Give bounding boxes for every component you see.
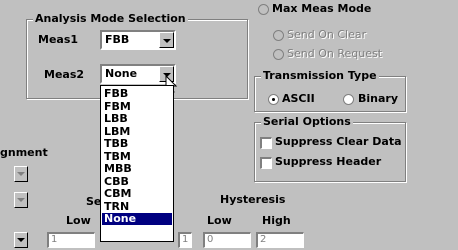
chevron-down-icon: [17, 238, 25, 242]
dropdown-option[interactable]: None: [102, 213, 172, 225]
max-meas-mode-radio[interactable]: [258, 4, 269, 15]
high-label: High: [262, 214, 291, 227]
transmission-type-legend: Transmission Type: [261, 69, 379, 83]
binary-radio[interactable]: [343, 94, 354, 105]
alignment-dropdown-button-2[interactable]: [14, 192, 28, 208]
meas1-dropdown-button[interactable]: [159, 32, 174, 48]
chevron-down-icon: [17, 198, 25, 202]
suppress-clear-data-checkbox[interactable]: [260, 137, 272, 149]
low-label-1: Low: [66, 214, 91, 227]
dropdown-option[interactable]: LBB: [104, 113, 128, 125]
meas1-select[interactable]: FBB: [100, 30, 176, 50]
suppress-header-label: Suppress Header: [275, 155, 382, 168]
low-field-1[interactable]: 1: [47, 232, 95, 248]
meas2-dropdown-list: FBB FBM LBB LBM TBB TBM MBB CBB CBM TRN None: [100, 85, 174, 242]
dropdown-option[interactable]: MBB: [104, 163, 132, 175]
dropdown-option[interactable]: TBM: [104, 150, 131, 163]
meas2-label: Meas2: [44, 68, 85, 81]
hysteresis-low-field[interactable]: 0: [203, 232, 251, 248]
hysteresis-high-field[interactable]: 2: [256, 232, 304, 248]
chevron-down-icon: [163, 39, 171, 43]
serial-options-legend: Serial Options: [261, 115, 353, 129]
serial-options-group: Serial Options: [254, 115, 406, 182]
bottom-dropdown-button[interactable]: [14, 232, 28, 248]
chevron-down-icon: [17, 172, 25, 176]
max-meas-mode-label: Max Meas Mode: [272, 2, 372, 15]
alignment-dropdown-button-1[interactable]: [14, 166, 28, 182]
dropdown-option[interactable]: CBB: [104, 175, 129, 188]
send-on-clear-label: Send On Clear: [287, 28, 367, 41]
dropdown-option[interactable]: TBB: [104, 138, 128, 150]
analysis-mode-legend: Analysis Mode Selection: [33, 12, 188, 26]
meas2-value: None: [105, 67, 138, 80]
suppress-header-checkbox[interactable]: [260, 157, 272, 169]
send-on-clear-radio[interactable]: [273, 30, 284, 41]
ascii-radio[interactable]: [268, 94, 279, 105]
dropdown-option[interactable]: LBM: [104, 125, 130, 138]
radio-selected-dot: [272, 98, 275, 101]
send-on-request-label: Send On Request: [287, 47, 383, 60]
alignment-label: gnment: [0, 146, 48, 159]
hysteresis-label: Hysteresis: [220, 193, 286, 206]
dropdown-option[interactable]: TRN: [104, 200, 129, 213]
ascii-label: ASCII: [282, 92, 315, 105]
meas1-label: Meas1: [38, 33, 79, 46]
suppress-clear-data-label: Suppress Clear Data: [275, 135, 402, 148]
low-label-2: Low: [207, 214, 232, 227]
low-field-2[interactable]: 1: [178, 232, 192, 248]
dropdown-option[interactable]: FBM: [104, 100, 131, 113]
meas1-value: FBB: [105, 33, 130, 46]
dropdown-option[interactable]: FBB: [104, 88, 128, 100]
send-on-request-radio[interactable]: [273, 49, 284, 60]
dropdown-option[interactable]: CBM: [104, 188, 131, 200]
binary-label: Binary: [358, 92, 399, 105]
